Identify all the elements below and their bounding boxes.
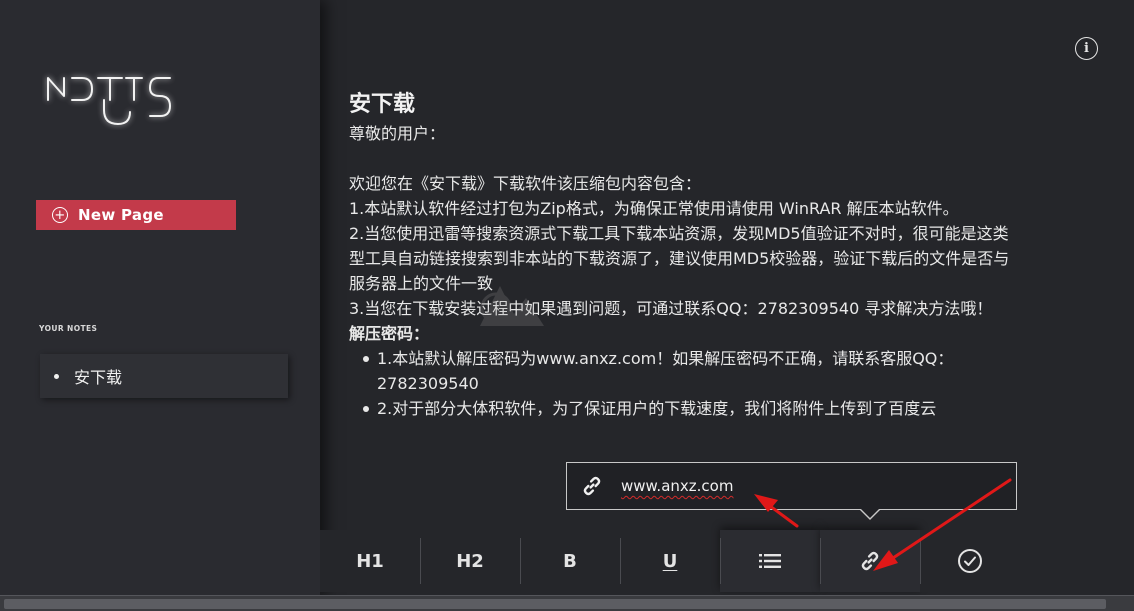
underline-label: U [662, 550, 678, 572]
list-icon [759, 554, 781, 568]
note-editor[interactable]: 安下载 尊敬的用户： 欢迎您在《安下载》下载软件该压缩包内容包含： 1.本站默认… [349, 90, 1014, 475]
heading2-label: H2 [456, 550, 484, 572]
new-page-label: New Page [78, 206, 164, 224]
info-icon[interactable]: i [1075, 37, 1098, 60]
note-greeting: 尊敬的用户： [349, 124, 446, 143]
link-button[interactable] [820, 530, 920, 592]
list-button[interactable] [720, 530, 820, 592]
note-item-1: 1.本站默认软件经过打包为Zip格式，为确保正常使用请使用 WinRAR 解压本… [349, 199, 959, 218]
heading1-button[interactable]: H1 [320, 530, 420, 592]
check-circle-icon [958, 549, 982, 573]
note-intro: 欢迎您在《安下载》下载软件该压缩包内容包含： [349, 174, 702, 193]
done-button[interactable] [920, 530, 1020, 592]
bullet-dot [54, 373, 59, 379]
horizontal-scrollbar[interactable] [0, 595, 1134, 611]
note-item-3: 3.当您在下载安装过程中如果遇到问题，可通过联系QQ：2782309540 寻求… [349, 299, 993, 318]
note-list-item-label: 安下载 [74, 368, 123, 387]
note-list-item[interactable]: 安下载 [40, 354, 288, 398]
scrollbar-thumb[interactable] [4, 599, 1106, 609]
password-heading: 解压密码： [349, 324, 430, 343]
underline-button[interactable]: U [620, 530, 720, 592]
note-title: 安下载 [349, 92, 416, 117]
bold-label: B [563, 550, 577, 572]
notes-section-title: YOUR NOTES [39, 324, 98, 333]
password-list: 1.本站默认解压密码为www.anxz.com！如果解压密码不正确，请联系客服Q… [361, 346, 1014, 421]
link-url[interactable]: www.anxz.com [621, 477, 733, 495]
formatting-toolbar: H1 H2 B U [320, 530, 1020, 592]
sidebar: + New Page YOUR NOTES 安下载 [0, 0, 320, 595]
plus-circle-icon: + [52, 207, 68, 223]
list-item: 2.对于部分大体积软件，为了保证用户的下载速度，我们将附件上传到了百度云 [361, 396, 1014, 421]
bold-button[interactable]: B [520, 530, 620, 592]
tooltip-pointer [859, 508, 881, 520]
note-item-2: 2.当您使用迅雷等搜索资源式下载工具下载本站资源，发现MD5值验证不对时，很可能… [349, 224, 1010, 293]
link-icon[interactable] [581, 475, 603, 497]
list-item: 1.本站默认解压密码为www.anxz.com！如果解压密码不正确，请联系客服Q… [361, 346, 1014, 396]
link-icon [861, 551, 879, 571]
app-logo [47, 77, 171, 125]
heading2-button[interactable]: H2 [420, 530, 520, 592]
new-page-button[interactable]: + New Page [36, 200, 236, 230]
link-tooltip: www.anxz.com [566, 462, 1017, 510]
heading1-label: H1 [356, 550, 384, 572]
